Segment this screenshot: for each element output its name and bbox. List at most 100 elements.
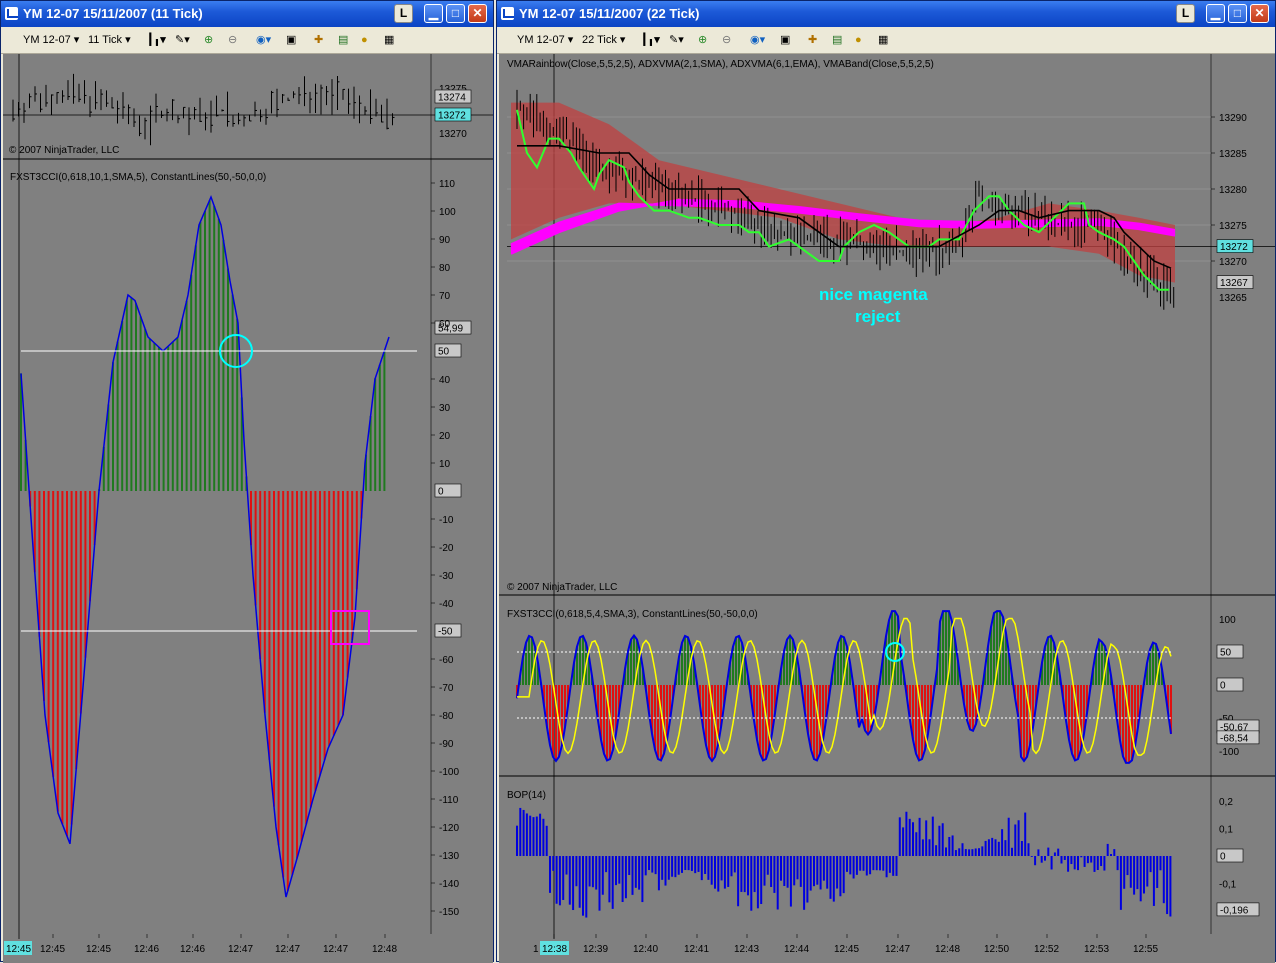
zoom-out-icon[interactable]: ⊖ bbox=[228, 32, 237, 48]
price-axis-label: 13265 bbox=[1219, 293, 1247, 304]
instrument-selector[interactable]: YM 12-07 ▾ bbox=[23, 32, 79, 48]
money-icon[interactable]: ● bbox=[361, 32, 368, 48]
chart-window-icon bbox=[501, 7, 514, 20]
minimize-button[interactable]: ▁ bbox=[424, 4, 443, 23]
cci-axis-label: -30 bbox=[439, 571, 454, 582]
properties-icon[interactable]: ▣ bbox=[286, 32, 296, 48]
cci-axis-label: 30 bbox=[439, 403, 451, 414]
time-axis-label: 12:47 bbox=[885, 944, 910, 955]
maximize-button[interactable]: □ bbox=[446, 4, 465, 23]
time-axis-label: 12:47 bbox=[275, 944, 300, 955]
properties-icon[interactable]: ▣ bbox=[780, 32, 790, 48]
time-axis-label: 12:47 bbox=[228, 944, 253, 955]
close-button[interactable]: ✕ bbox=[1250, 4, 1269, 23]
draw-pencil-icon[interactable]: ✎▾ bbox=[669, 32, 684, 48]
copyright-text: © 2007 NinjaTrader, LLC bbox=[507, 582, 617, 593]
annotation-text-line1: nice magenta bbox=[819, 285, 928, 304]
time-axis-label: 12:45 bbox=[40, 944, 65, 955]
strategy-icon[interactable]: ✚ bbox=[808, 32, 817, 48]
cci-axis-label: -20 bbox=[439, 543, 454, 554]
price-box-13267-text: 13267 bbox=[1220, 278, 1248, 289]
maximize-button[interactable]: □ bbox=[1228, 4, 1247, 23]
left-chart-area[interactable]: 13275 13274 13272 13270 © 2007 NinjaTrader, … bbox=[3, 54, 493, 963]
cci-axis-label: -90 bbox=[439, 739, 454, 750]
price-axis-label: 13280 bbox=[1219, 185, 1247, 196]
price-axis-label: 13290 bbox=[1219, 113, 1247, 124]
bar-type-icon[interactable]: ┃╻▾ bbox=[147, 32, 166, 48]
cci-axis-label: 70 bbox=[439, 291, 451, 302]
last-price-box-text: 13272 bbox=[1220, 242, 1248, 253]
cci-axis-label: -100 bbox=[439, 767, 459, 778]
right-chart-window[interactable]: YM 12-07 15/11/2007 (22 Tick) L ▁ □ ✕ YM… bbox=[496, 0, 1276, 963]
price-axis-label: 13270 bbox=[1219, 257, 1247, 268]
bar-type-icon[interactable]: ┃╻▾ bbox=[641, 32, 660, 48]
bop-indicator-title: BOP(14) bbox=[507, 790, 546, 801]
price-axis-label: 13275 bbox=[1219, 221, 1247, 232]
right-title-bar[interactable]: YM 12-07 15/11/2007 (22 Tick) L ▁ □ ✕ bbox=[497, 1, 1275, 27]
draw-pencil-icon[interactable]: ✎▾ bbox=[175, 32, 190, 48]
cci-axis-label: -80 bbox=[439, 711, 454, 722]
indicator-icon[interactable]: ▤ bbox=[832, 32, 842, 48]
time-axis-label: 12:47 bbox=[323, 944, 348, 955]
cci-axis-label: -40 bbox=[439, 599, 454, 610]
price-axis-label: 13285 bbox=[1219, 149, 1247, 160]
cci-axis-label: 40 bbox=[439, 375, 451, 386]
cci-axis-label: -120 bbox=[439, 823, 459, 834]
close-button[interactable]: ✕ bbox=[468, 4, 487, 23]
bop-axis-label: 0,2 bbox=[1219, 797, 1233, 808]
time-axis-label: 12:50 bbox=[984, 944, 1009, 955]
time-axis-label: 12:44 bbox=[784, 944, 809, 955]
left-chart-window[interactable]: YM 12-07 15/11/2007 (11 Tick) L ▁ □ ✕ YM… bbox=[0, 0, 494, 963]
time-axis-partial: 1 bbox=[533, 944, 539, 955]
time-axis-label: 12:45 bbox=[834, 944, 859, 955]
time-axis-label: 12:53 bbox=[1084, 944, 1109, 955]
bop-zero-box-text: 0 bbox=[1220, 852, 1226, 863]
time-axis-label: 12:43 bbox=[734, 944, 759, 955]
right-chart-area[interactable]: VMARainbow(Close,5,5,2,5), ADXVMA(2,1,SM… bbox=[499, 54, 1275, 963]
annotation-text-line2: reject bbox=[855, 307, 901, 326]
price-indicators-title: VMARainbow(Close,5,5,2,5), ADXVMA(2,1,SM… bbox=[507, 59, 934, 70]
left-chart-canvas[interactable]: 13275132741327213270© 2007 NinjaTrader, … bbox=[3, 54, 493, 963]
bop-axis-label: -0,1 bbox=[1219, 880, 1237, 891]
cci-axis-label: -10 bbox=[439, 515, 454, 526]
interval-selector[interactable]: 22 Tick ▾ bbox=[582, 32, 625, 48]
cci-axis-label: 90 bbox=[439, 235, 451, 246]
strategy-icon[interactable]: ✚ bbox=[314, 32, 323, 48]
right-chart-canvas[interactable]: VMARainbow(Close,5,5,2,5), ADXVMA(2,1,SM… bbox=[499, 54, 1275, 963]
link-button[interactable]: L bbox=[394, 4, 413, 23]
minimize-button[interactable]: ▁ bbox=[1206, 4, 1225, 23]
cci-axis-label: -110 bbox=[439, 795, 459, 806]
zoom-in-icon[interactable]: ⊕ bbox=[204, 32, 213, 48]
zero-box-text: 0 bbox=[438, 487, 444, 498]
globe-icon[interactable]: ◉▾ bbox=[256, 32, 271, 48]
zoom-out-icon[interactable]: ⊖ bbox=[722, 32, 731, 48]
time-axis-label: 12:46 bbox=[134, 944, 159, 955]
interval-selector[interactable]: 11 Tick ▾ bbox=[88, 32, 131, 48]
cci-axis-box-text: 0 bbox=[1220, 681, 1226, 692]
link-button[interactable]: L bbox=[1176, 4, 1195, 23]
data-box-icon[interactable]: ▦ bbox=[384, 32, 394, 48]
time-axis-label: 12:41 bbox=[684, 944, 709, 955]
copyright-text: © 2007 NinjaTrader, LLC bbox=[9, 145, 119, 156]
globe-icon[interactable]: ◉▾ bbox=[750, 32, 765, 48]
indicator-icon[interactable]: ▤ bbox=[338, 32, 348, 48]
plus50-box-text: 50 bbox=[438, 347, 450, 358]
data-box-icon[interactable]: ▦ bbox=[878, 32, 888, 48]
cci-axis-label: -140 bbox=[439, 879, 459, 890]
time-axis-label: 12:40 bbox=[633, 944, 658, 955]
cci-axis-label: 10 bbox=[439, 459, 451, 470]
cci-axis-label: 100 bbox=[439, 207, 456, 218]
price-box-13274-text: 13274 bbox=[438, 93, 466, 104]
time-axis-label: 12:55 bbox=[1133, 944, 1158, 955]
cci-axis-label: -150 bbox=[439, 907, 459, 918]
instrument-selector[interactable]: YM 12-07 ▾ bbox=[517, 32, 573, 48]
time-axis-label: 12:48 bbox=[935, 944, 960, 955]
money-icon[interactable]: ● bbox=[855, 32, 862, 48]
cci-axis-box-text: 50 bbox=[1220, 648, 1232, 659]
left-title-bar[interactable]: YM 12-07 15/11/2007 (11 Tick) L ▁ □ ✕ bbox=[1, 1, 493, 27]
cci-axis-label: -60 bbox=[439, 655, 454, 666]
left-toolbar: YM 12-07 ▾ 11 Tick ▾ ┃╻▾ ✎▾ ⊕ ⊖ ◉▾ ▣ ✚ ▤… bbox=[1, 27, 493, 54]
right-window-title: YM 12-07 15/11/2007 (22 Tick) bbox=[519, 6, 700, 21]
zoom-in-icon[interactable]: ⊕ bbox=[698, 32, 707, 48]
time-axis-label: 12:46 bbox=[180, 944, 205, 955]
